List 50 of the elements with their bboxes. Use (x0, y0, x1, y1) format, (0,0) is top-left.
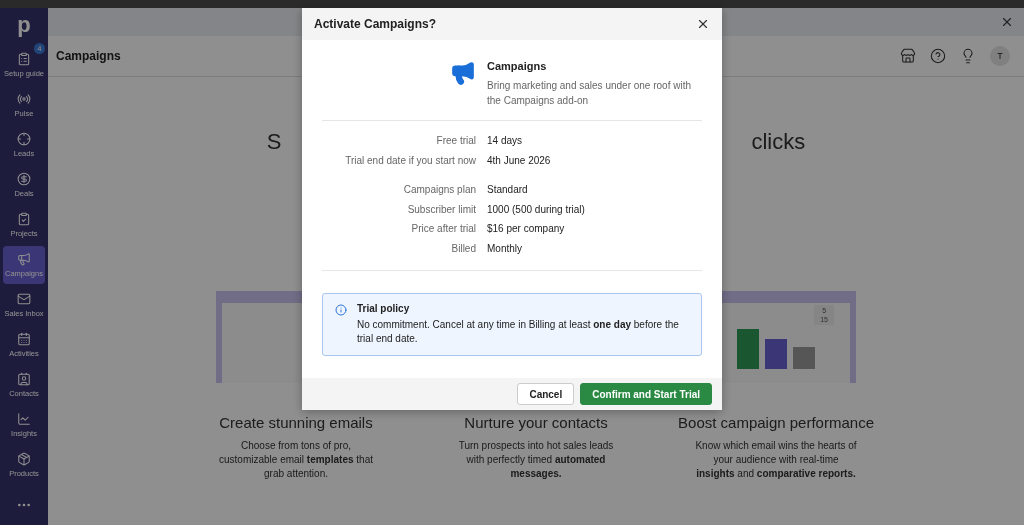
chart-icon (17, 412, 31, 426)
detail-label: Billed (450, 241, 476, 256)
feature-title: Create stunning emails (218, 413, 374, 433)
hero-heading: clicks (751, 129, 806, 155)
box-icon (17, 452, 31, 466)
info-icon (335, 304, 347, 316)
lightbulb-icon[interactable] (960, 48, 976, 64)
detail-value: Standard (487, 183, 529, 197)
feature-description: Choose from tons of pro, customizable email templates that grab attention. (218, 439, 374, 481)
product-description: Bring marketing and sales under one roof with the Campaigns add-on (487, 79, 692, 108)
cancel-button[interactable]: Cancel (517, 383, 575, 405)
target-icon (17, 132, 31, 146)
feature-description: Turn prospects into hot sales leads with perfectly timed automated messages. (457, 439, 615, 481)
detail-label: Trial end date if you start now (344, 153, 476, 168)
product-name: Campaigns (487, 60, 548, 72)
detail-label: Price after trial (410, 222, 476, 236)
feature-title: Boost campaign performance (677, 413, 875, 433)
mail-icon (17, 292, 31, 306)
user-avatar[interactable]: T (990, 46, 1010, 66)
signal-icon (17, 92, 31, 106)
megaphone-icon (17, 252, 31, 266)
detail-value: 4th June 2026 (487, 153, 552, 168)
dialog-title: Activate Campaigns? (314, 17, 437, 31)
notice-text: No commitment. Cancel at any time in Billing at least one day before the trial end date. (357, 318, 680, 346)
clipboard-icon (17, 212, 31, 226)
notice-title: Trial policy (357, 303, 411, 314)
feature-title: Nurture your contacts (463, 413, 609, 433)
megaphone-icon (450, 60, 476, 86)
logo: p (17, 14, 31, 39)
detail-label: Subscriber limit (406, 202, 476, 217)
help-icon[interactable] (930, 48, 946, 64)
detail-label: Free trial (435, 134, 476, 148)
detail-label: Campaigns plan (402, 183, 476, 197)
calendar-icon (17, 332, 31, 346)
checklist-icon (17, 52, 31, 66)
detail-value: $16 per company (487, 222, 566, 236)
dollar-icon (17, 172, 31, 186)
page-title: Campaigns (56, 49, 122, 63)
bar-graphic (793, 347, 815, 369)
contact-card-icon (17, 372, 31, 386)
detail-value: Monthly (487, 241, 523, 256)
hero-heading: S (266, 129, 282, 155)
detail-value: 1000 (500 during trial) (487, 202, 586, 217)
detail-value: 14 days (487, 134, 524, 148)
bar-graphic (765, 339, 787, 369)
bar-graphic (737, 329, 759, 369)
confirm-button[interactable]: Confirm and Start Trial (580, 383, 712, 405)
feature-description: Know which email wins the hearts of your audience with real-time insights and comparative reports. (694, 439, 858, 481)
store-icon[interactable] (900, 48, 916, 64)
close-button[interactable] (696, 17, 710, 31)
